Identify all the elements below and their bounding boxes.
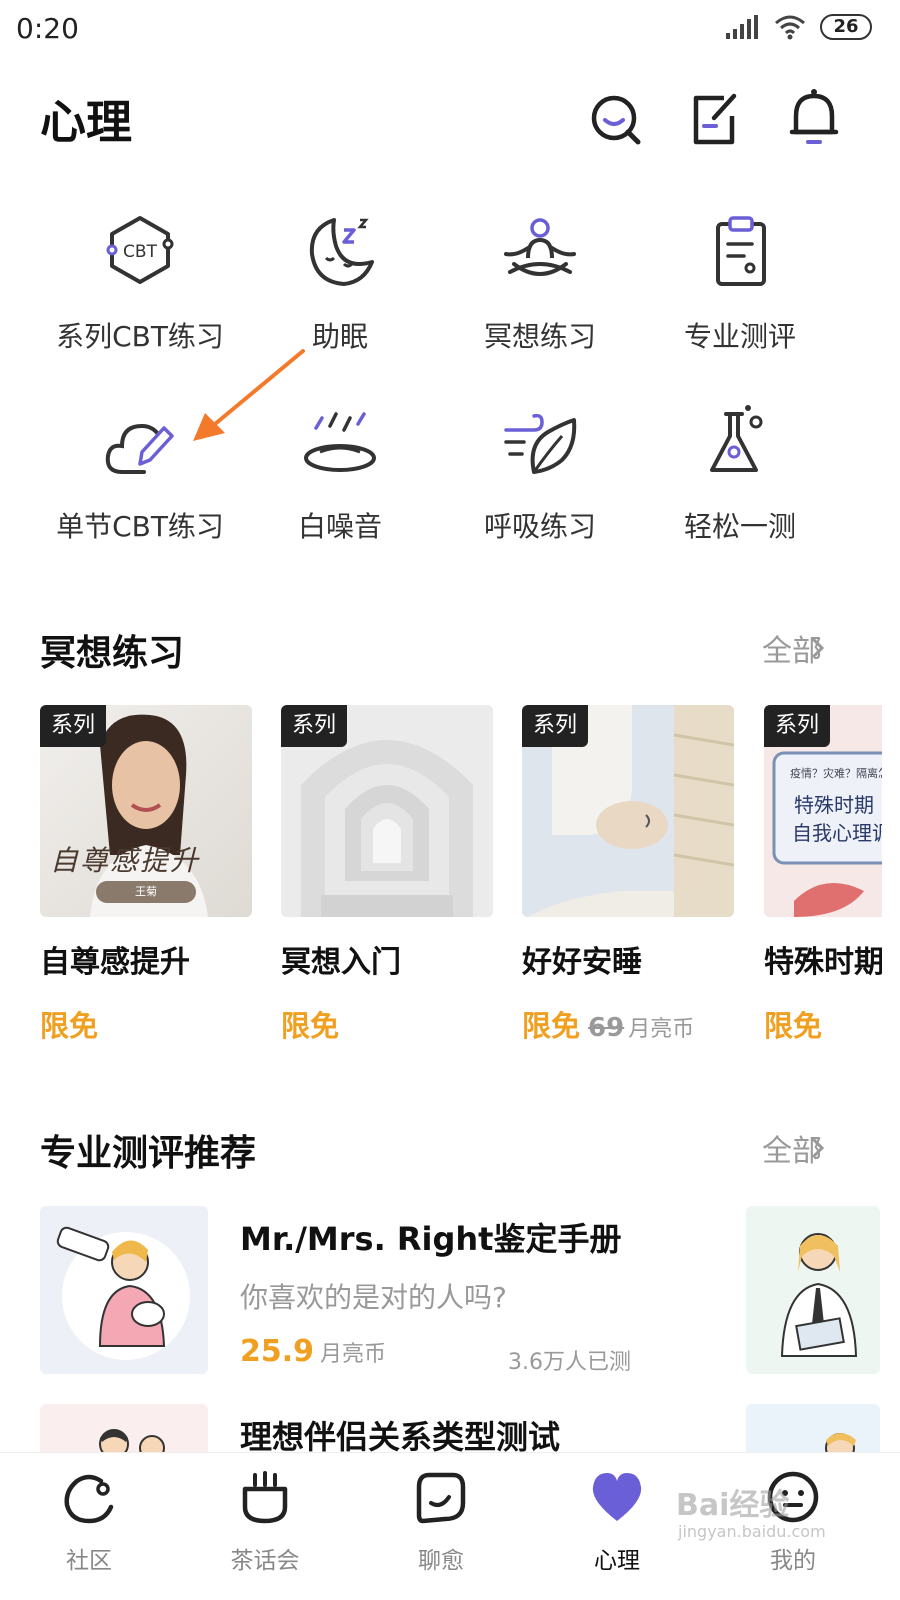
signal-icon — [726, 15, 758, 39]
header: 心理 — [0, 72, 900, 162]
chat-bubble-icon — [416, 1472, 466, 1524]
card-price: 限免 — [281, 1009, 340, 1043]
assessment-subtitle: 你喜欢的是对的人吗? — [240, 1281, 507, 1314]
assessment-title: Mr./Mrs. Right鉴定手册 — [240, 1220, 622, 1258]
status-time: 0:20 — [16, 12, 79, 45]
grid-item-meditation[interactable]: 冥想练习 — [440, 200, 640, 370]
watermark: Bai经验 — [676, 1488, 790, 1523]
card-title: 自尊感提升 — [40, 945, 190, 980]
next-assessment-thumbnail[interactable] — [746, 1404, 880, 1452]
assessment-thumbnail — [40, 1206, 208, 1374]
grid-label: 呼吸练习 — [483, 510, 596, 543]
battery-indicator: 26 — [820, 14, 872, 40]
bell-icon — [789, 89, 839, 144]
meditation-icon — [504, 218, 576, 276]
grid-label: 冥想练习 — [483, 320, 596, 353]
notification-button[interactable] — [786, 82, 842, 148]
svg-text:CBT: CBT — [123, 242, 158, 262]
watermark-url: jingyan.baidu.com — [678, 1522, 826, 1541]
office-person-illustration — [780, 1233, 858, 1357]
original-price: 69 — [588, 1013, 625, 1043]
thumb-small-text: 疫情？灾难？隔离怎 — [790, 767, 882, 780]
price-unit: 月亮币 — [320, 1342, 387, 1367]
card-thumbnail: 系列 — [522, 705, 734, 917]
card-thumbnail: 系列 — [281, 705, 493, 917]
moon-sleep-icon — [309, 218, 374, 286]
assessment-thumbnail — [40, 1404, 208, 1452]
card-title: 特殊时期 — [764, 945, 882, 980]
status-bar: 0:20 26 — [0, 0, 900, 62]
telescope-person-illustration — [56, 1226, 190, 1360]
cbt-hexagon-icon: CBT — [106, 216, 174, 284]
tab-label: 心理 — [594, 1548, 640, 1574]
tab-label: 茶话会 — [230, 1548, 300, 1574]
edit-note-icon — [693, 93, 737, 145]
grid-item-assessment[interactable]: 专业测评 — [640, 200, 840, 370]
meditation-card[interactable]: 疫情？灾难？隔离怎 特殊时期 自我心理调 系列 特殊时期 限免 — [764, 705, 882, 1045]
tab-label: 我的 — [770, 1548, 816, 1574]
community-icon — [64, 1474, 114, 1524]
thumb-text-line-2: 自我心理调 — [792, 821, 882, 845]
wifi-icon — [775, 15, 805, 40]
tab-label: 聊愈 — [418, 1548, 464, 1574]
thumb-text-line-1: 特殊时期 — [794, 793, 874, 817]
card-title: 好好安睡 — [522, 945, 642, 980]
grid-label: 轻松一测 — [683, 510, 796, 543]
cloud-pen-icon — [105, 423, 174, 474]
assessment-price: 25.9 月亮币 — [240, 1334, 386, 1369]
grid-item-breathing[interactable]: 呼吸练习 — [440, 390, 640, 560]
price-unit: 月亮币 — [628, 1017, 695, 1042]
meditation-card[interactable]: 系列 冥想入门 限免 — [281, 705, 493, 1043]
grid-label: 单节CBT练习 — [56, 510, 224, 543]
assessment-count: 3.6万人已测 — [508, 1350, 631, 1375]
next-assessment-thumbnail[interactable] — [746, 1206, 880, 1374]
assessment-item[interactable]: 理想伴侣关系类型测试 — [40, 1404, 880, 1452]
page-title: 心理 — [40, 95, 132, 149]
series-tag: 系列 — [764, 705, 830, 747]
grid-label: 白噪音 — [297, 510, 382, 543]
meditation-section-title: 冥想练习 — [40, 633, 185, 674]
thumb-badge: 王菊 — [96, 881, 196, 903]
status-icons: 26 — [726, 14, 872, 40]
meditation-card[interactable]: 系列 好好安睡 限免 69 月亮币 — [522, 705, 734, 1043]
compose-button[interactable] — [688, 82, 744, 148]
grid-label: 专业测评 — [683, 320, 796, 353]
assessment-title: 理想伴侣关系类型测试 — [240, 1418, 561, 1452]
card-thumbnail: 自尊感提升 王菊 系列 — [40, 705, 252, 917]
card-price: 限免 — [40, 1009, 99, 1043]
person-partial-illustration — [825, 1433, 856, 1452]
meditation-card[interactable]: 自尊感提升 王菊 系列 自尊感提升 限免 — [40, 705, 252, 1043]
tab-tea-party[interactable]: 茶话会 — [200, 1467, 330, 1587]
grid-item-quick-test[interactable]: 轻松一测 — [640, 390, 840, 560]
thumb-badge-text: 王菊 — [135, 885, 157, 898]
tab-healing-chat[interactable]: 聊愈 — [376, 1467, 506, 1587]
couple-illustration — [99, 1429, 165, 1452]
card-price-free: 限免 — [522, 1009, 581, 1043]
wind-leaf-icon — [504, 413, 577, 474]
search-button[interactable] — [588, 82, 644, 148]
thumb-caption: 自尊感提升 — [50, 844, 201, 877]
series-tag: 系列 — [40, 705, 106, 747]
series-tag: 系列 — [281, 705, 347, 747]
flask-icon — [710, 405, 763, 472]
annotation-arrow — [193, 349, 305, 441]
chevron-right-icon — [811, 1137, 825, 1159]
tab-psychology[interactable]: 心理 — [552, 1467, 682, 1587]
tab-label: 社区 — [66, 1548, 112, 1574]
tea-party-icon — [242, 1471, 288, 1524]
assessment-item[interactable]: Mr./Mrs. Right鉴定手册 你喜欢的是对的人吗? 25.9 月亮币 3.… — [40, 1206, 880, 1375]
card-thumbnail: 疫情？灾难？隔离怎 特殊时期 自我心理调 系列 — [764, 705, 882, 917]
clipboard-icon — [716, 216, 766, 286]
card-title: 冥想入门 — [281, 945, 401, 980]
assessment-section-title: 专业测评推荐 — [40, 1133, 257, 1174]
card-price: 限免 — [764, 1009, 823, 1043]
tab-community[interactable]: 社区 — [24, 1467, 154, 1587]
card-price: 限免 69 月亮币 — [522, 1003, 694, 1045]
series-tag: 系列 — [522, 705, 588, 747]
search-icon — [591, 95, 641, 145]
heart-icon — [592, 1473, 642, 1521]
assessment-price-value: 25.9 — [240, 1334, 315, 1369]
chevron-right-icon — [811, 637, 825, 659]
